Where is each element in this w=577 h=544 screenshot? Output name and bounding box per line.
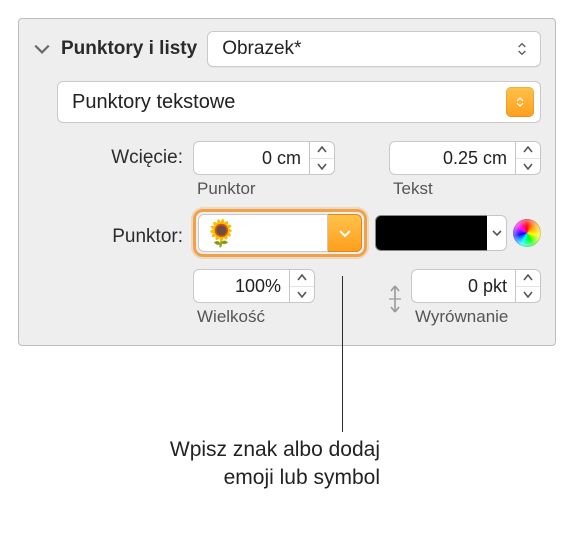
align-stepper[interactable] xyxy=(515,269,541,303)
bullet-char-menu-button[interactable] xyxy=(328,214,362,252)
bullet-char-input[interactable]: 🌻 xyxy=(198,214,328,252)
bullets-lists-panel: Punktory i listy Obrazek* Punktory tekst… xyxy=(18,18,556,346)
updown-icon xyxy=(514,41,530,57)
callout-line1: Wpisz znak albo dodaj xyxy=(170,438,380,461)
size-align-row: 100% Wielkość 0 pkt xyxy=(33,269,541,327)
text-indent-stepper[interactable] xyxy=(515,141,541,175)
text-indent-field[interactable]: 0.25 cm xyxy=(389,141,515,175)
bullet-emoji: 🌻 xyxy=(205,220,237,246)
popup-arrows-icon xyxy=(506,87,534,117)
list-style-popup[interactable]: Obrazek* xyxy=(207,31,541,67)
align-field[interactable]: 0 pkt xyxy=(411,269,515,303)
bullet-type-popup[interactable]: Punktory tekstowe xyxy=(57,81,541,123)
list-style-popup-label: Obrazek* xyxy=(222,38,301,60)
bullet-indent-stepper[interactable] xyxy=(309,141,335,175)
size-group: 100% Wielkość xyxy=(193,269,315,327)
bullet-char-label: Punktor: xyxy=(33,218,193,248)
section-title: Punktory i listy xyxy=(61,38,197,60)
bullet-type-popup-label: Punktory tekstowe xyxy=(72,91,235,114)
indent-row: Wcięcie: 0 cm Punktor 0.25 cm Tekst xyxy=(33,141,541,199)
color-wheel-icon[interactable] xyxy=(513,219,541,247)
size-stepper[interactable] xyxy=(289,269,315,303)
align-axis-icon xyxy=(385,282,405,314)
bullet-color-group xyxy=(375,215,541,251)
text-indent-group: 0.25 cm Tekst xyxy=(389,141,541,199)
bullet-indent-group: 0 cm Punktor xyxy=(193,141,335,199)
bullet-char-row: Punktor: 🌻 xyxy=(33,209,541,257)
size-field[interactable]: 100% xyxy=(193,269,289,303)
disclosure-triangle[interactable] xyxy=(33,40,51,58)
bullet-color-menu[interactable] xyxy=(487,215,507,251)
callout-line2: emoji lub symbol xyxy=(224,466,380,489)
size-sublabel: Wielkość xyxy=(193,307,265,327)
callout-leader-line xyxy=(342,276,343,432)
align-sublabel: Wyrównanie xyxy=(411,307,508,327)
indent-label: Wcięcie: xyxy=(33,141,193,169)
section-header: Punktory i listy Obrazek* xyxy=(33,31,541,67)
align-group: 0 pkt Wyrównanie xyxy=(385,269,541,327)
bullet-indent-sublabel: Punktor xyxy=(193,179,256,199)
callout-text: Wpisz znak albo dodaj emoji lub symbol xyxy=(60,436,380,493)
bullet-char-well: 🌻 xyxy=(193,209,367,257)
text-indent-sublabel: Tekst xyxy=(389,179,433,199)
bullet-color-swatch[interactable] xyxy=(375,215,493,251)
bullet-indent-field[interactable]: 0 cm xyxy=(193,141,309,175)
